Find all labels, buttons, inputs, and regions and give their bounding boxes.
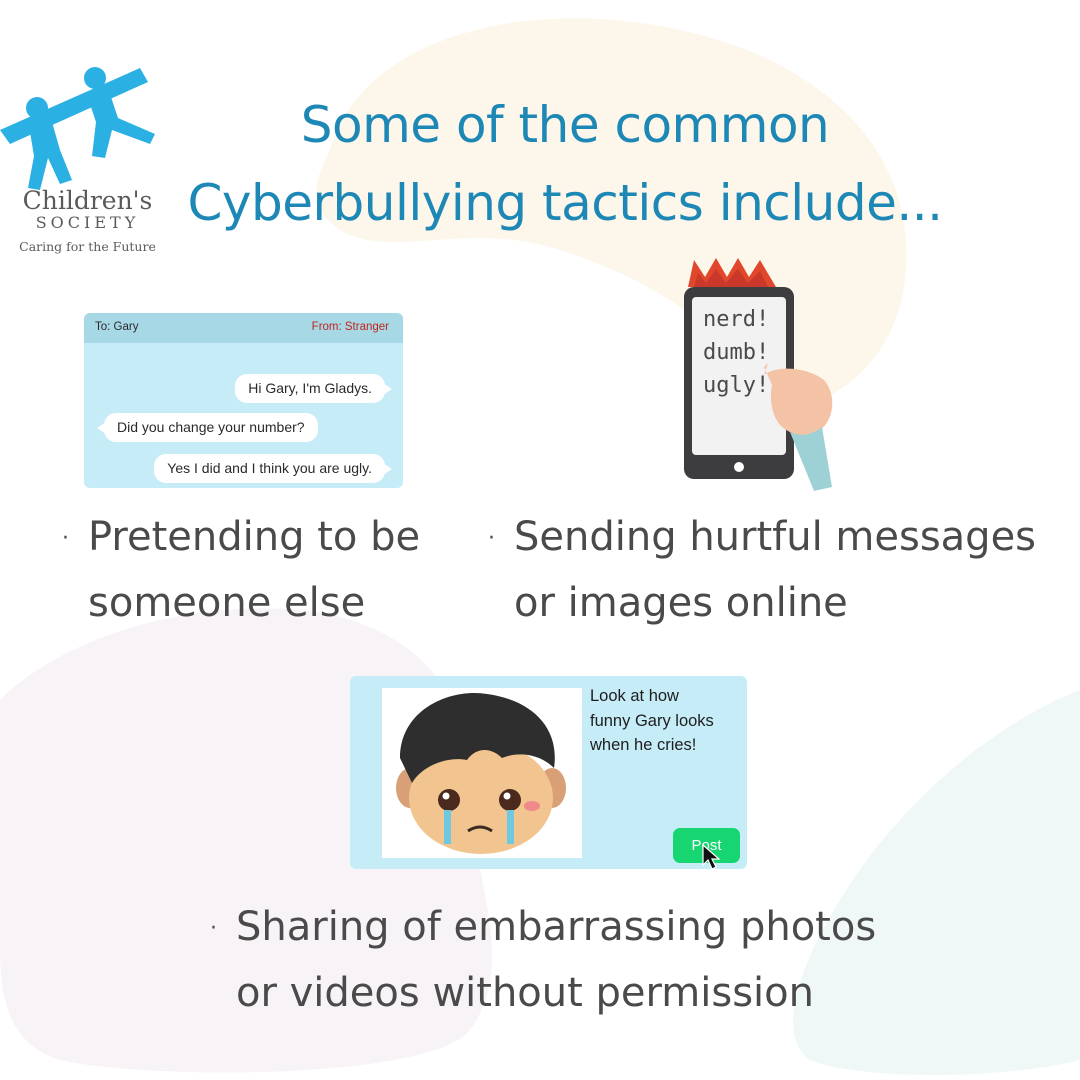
chat-bubble-outgoing: Yes I did and I think you are ugly. bbox=[154, 454, 392, 483]
bullet: · bbox=[488, 526, 495, 551]
social-post-illustration: Look at how funny Gary looks when he cri… bbox=[350, 676, 747, 870]
chat-bubble-incoming: Did you change your number? bbox=[97, 413, 318, 442]
crying-boy-icon bbox=[396, 692, 566, 854]
post-caption-line: Look at how bbox=[590, 687, 679, 705]
chat-bubble-outgoing: Hi Gary, I'm Gladys. bbox=[235, 374, 392, 403]
tactic-line1: Sharing of embarrassing photos bbox=[236, 904, 877, 950]
phone-word: dumb! bbox=[703, 340, 770, 365]
post-caption-line: funny Gary looks bbox=[590, 711, 714, 730]
chat-recipient: To: Gary bbox=[95, 321, 139, 333]
logo-text: Children's SOCIETY Caring for the Future bbox=[0, 188, 175, 254]
chat-sender: From: Stranger bbox=[311, 321, 389, 333]
post-photo bbox=[382, 688, 582, 858]
tactic-line2: or videos without permission bbox=[236, 970, 814, 1016]
title-line1: Some of the common bbox=[300, 96, 830, 154]
post-caption-line: when he cries! bbox=[590, 736, 697, 754]
tactic-line1: Sending hurtful messages bbox=[514, 514, 1037, 560]
home-button bbox=[734, 462, 744, 472]
chat-header: To: Gary From: Stranger bbox=[84, 313, 403, 343]
title-line2: Cyberbullying tactics include... bbox=[187, 174, 943, 232]
bullet: · bbox=[62, 526, 69, 551]
logo-name-line2: SOCIETY bbox=[35, 213, 140, 232]
tactic-line2: or images online bbox=[514, 580, 848, 626]
tactic-line1: Pretending to be bbox=[88, 514, 421, 560]
phone-word: ugly! bbox=[703, 373, 770, 398]
post-caption: Look at how funny Gary looks when he cri… bbox=[590, 684, 740, 758]
tactic-caption: · Sending hurtful messages or images onli… bbox=[488, 505, 1036, 635]
page-title: Some of the common Cyberbullying tactics… bbox=[150, 86, 980, 242]
phone-word: nerd! bbox=[703, 307, 770, 332]
tactic-caption: · Sharing of embarrassing photos or video… bbox=[210, 895, 876, 1025]
cursor-arrow-icon bbox=[702, 844, 721, 870]
logo-tagline: Caring for the Future bbox=[19, 239, 156, 254]
chat-illustration: To: Gary From: Stranger Hi Gary, I'm Gla… bbox=[84, 313, 403, 488]
tactic-caption: · Pretending to be someone else bbox=[62, 505, 420, 635]
logo-name-line1: Children's bbox=[22, 186, 153, 215]
phone-message-words: nerd! dumb! ugly! bbox=[703, 303, 783, 402]
bullet: · bbox=[210, 916, 217, 941]
tactic-line2: someone else bbox=[88, 580, 366, 626]
